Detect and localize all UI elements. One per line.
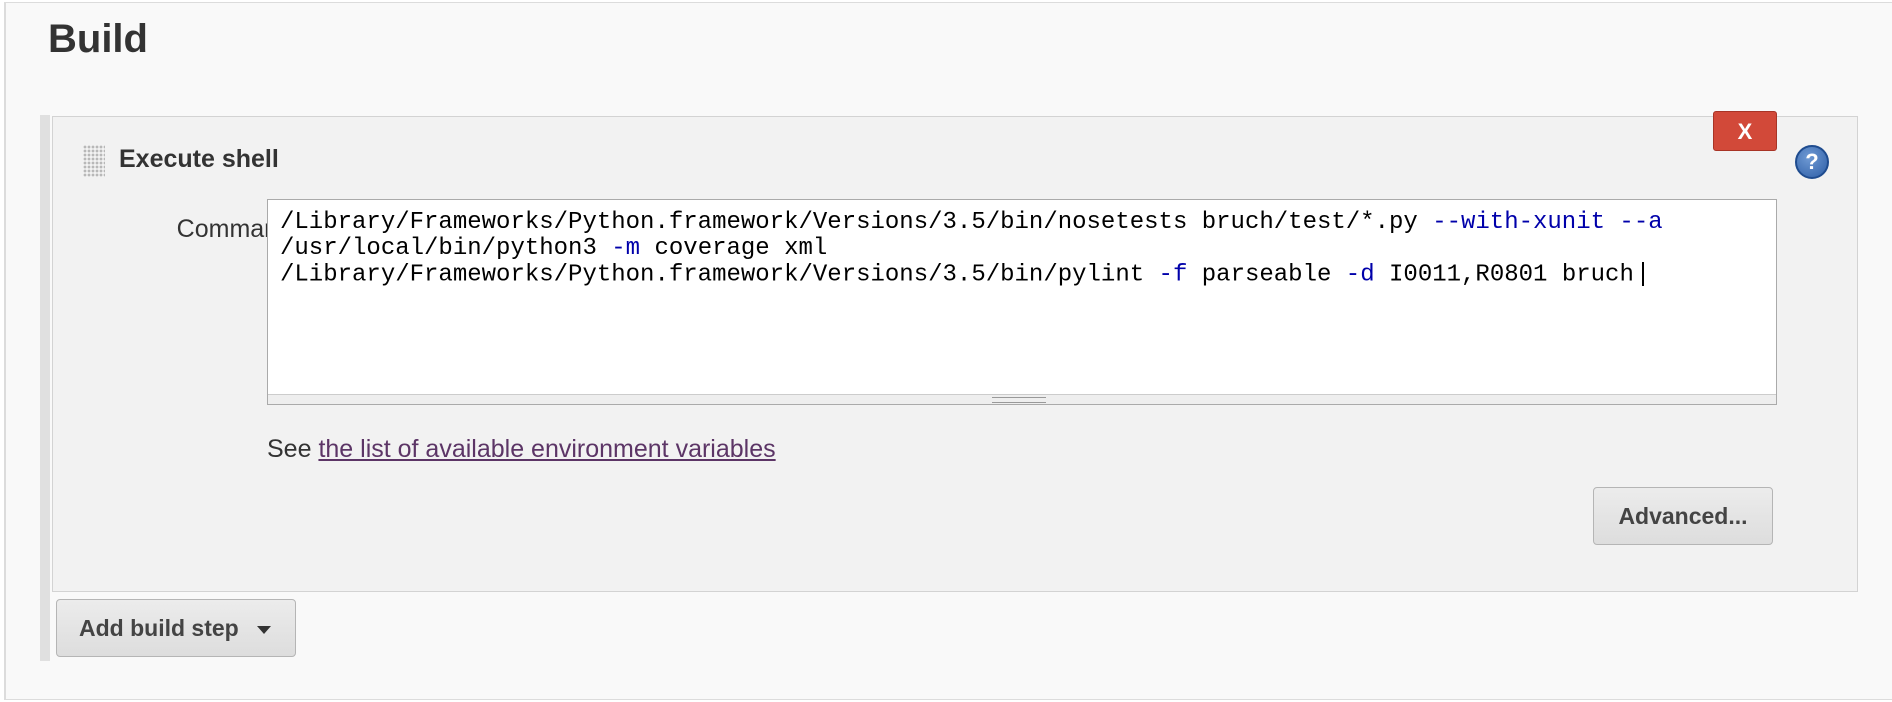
command-text: /usr/local/bin/python3 (280, 235, 612, 262)
command-line[interactable]: /Library/Frameworks/Python.framework/Ver… (280, 262, 1663, 288)
editor-resize-handle[interactable] (268, 394, 1776, 404)
command-line[interactable]: /Library/Frameworks/Python.framework/Ver… (280, 210, 1663, 236)
advanced-button[interactable]: Advanced... (1593, 487, 1773, 545)
chevron-down-icon (256, 625, 271, 634)
add-build-step-label: Add build step (79, 615, 239, 641)
build-step-bar (40, 115, 50, 661)
add-build-step-button[interactable]: Add build step (56, 599, 296, 657)
help-icon[interactable]: ? (1795, 145, 1829, 179)
command-line[interactable]: /usr/local/bin/python3 -m coverage xml (280, 236, 1663, 262)
command-code[interactable]: /Library/Frameworks/Python.framework/Ver… (280, 210, 1663, 288)
command-text: parseable (1187, 261, 1346, 289)
execute-shell-step: Execute shell X ? Command /Library/Frame… (52, 111, 1858, 592)
command-editor[interactable]: /Library/Frameworks/Python.framework/Ver… (267, 199, 1777, 405)
command-flag: -d (1345, 261, 1375, 289)
command-flag: -f (1158, 261, 1188, 289)
env-vars-line: See the list of available environment va… (267, 435, 776, 464)
text-cursor (1641, 262, 1644, 286)
step-title: Execute shell (119, 145, 279, 173)
command-flag: -m (611, 235, 641, 262)
command-text: I0011,R0801 bruch (1374, 261, 1634, 289)
env-vars-prefix: See (267, 435, 319, 463)
command-text: coverage xml (640, 235, 828, 262)
command-flag: --with-xunit --a (1432, 209, 1663, 236)
command-text: /Library/Frameworks/Python.framework/Ver… (280, 261, 1159, 289)
command-text: /Library/Frameworks/Python.framework/Ver… (280, 209, 1433, 236)
build-section: Build Execute shell X ? Command /Library… (4, 2, 1892, 700)
env-vars-link[interactable]: the list of available environment variab… (318, 435, 775, 463)
section-title: Build (48, 17, 148, 61)
delete-step-button[interactable]: X (1713, 111, 1777, 151)
resize-grip-icon (992, 397, 1046, 403)
drag-handle-icon[interactable] (83, 145, 105, 177)
